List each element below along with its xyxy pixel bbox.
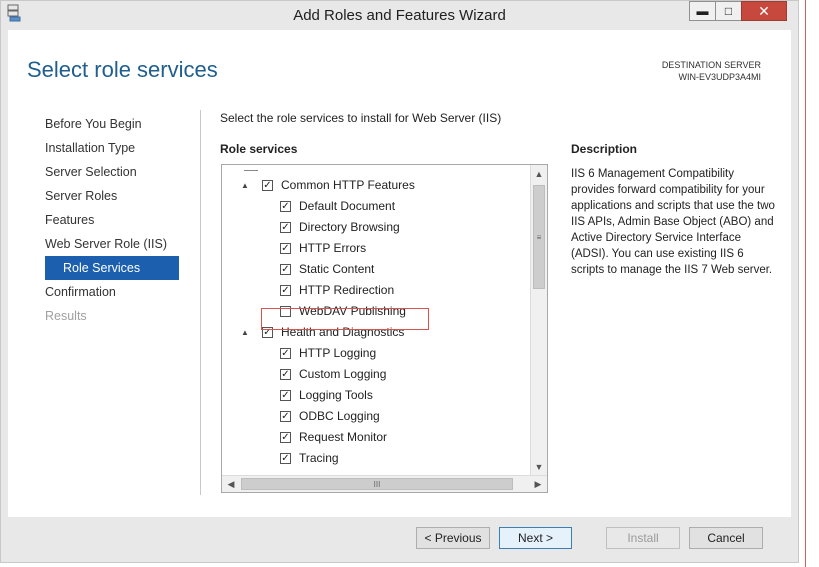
check-icon: ✓ <box>281 200 290 212</box>
scroll-left-icon[interactable]: ◀ <box>223 476 239 492</box>
previous-button[interactable]: < Previous <box>416 527 490 549</box>
background-strip <box>799 0 819 567</box>
checkbox[interactable]: ✓ <box>262 180 273 191</box>
check-icon: ✓ <box>281 347 290 359</box>
checkbox[interactable]: ✓ <box>280 432 291 443</box>
collapse-arrow-icon[interactable]: ▲ <box>240 175 250 196</box>
check-icon: ✓ <box>281 221 290 233</box>
install-button: Install <box>606 527 680 549</box>
check-icon: ✓ <box>281 431 290 443</box>
tree-item-custom-logging[interactable]: ✓ Custom Logging <box>280 364 386 385</box>
check-icon: ✓ <box>281 452 290 464</box>
tree-item-label: Tracing <box>299 451 339 465</box>
minimize-button[interactable]: ▬ <box>689 1 716 21</box>
nav-item-role-services[interactable]: Role Services <box>45 256 179 280</box>
highlight-annotation <box>261 308 429 330</box>
nav-item-web-server-role[interactable]: Web Server Role (IIS) <box>8 232 198 256</box>
cancel-button[interactable]: Cancel <box>689 527 763 549</box>
close-icon: ✕ <box>758 2 770 19</box>
tree-item-label: Directory Browsing <box>299 220 400 234</box>
nav-item-before-you-begin[interactable]: Before You Begin <box>8 112 198 136</box>
background-edge-line <box>805 0 806 567</box>
scroll-right-icon[interactable]: ▶ <box>530 476 546 492</box>
description-text: IIS 6 Management Compatibility provides … <box>571 168 775 276</box>
check-icon: ✓ <box>281 410 290 422</box>
nav-item-server-roles[interactable]: Server Roles <box>8 184 198 208</box>
grip-icon: III <box>373 479 381 489</box>
close-button[interactable]: ✕ <box>741 1 787 21</box>
destination-server: DESTINATION SERVER WIN-EV3UDP3A4MI <box>662 59 761 83</box>
next-button[interactable]: Next > <box>499 527 572 549</box>
tree-item-label: HTTP Errors <box>299 241 367 255</box>
minimize-icon: ▬ <box>696 4 709 18</box>
destination-server-name: WIN-EV3UDP3A4MI <box>678 72 761 82</box>
tree-item-http-errors[interactable]: ✓ HTTP Errors <box>280 238 366 259</box>
instruction-text: Select the role services to install for … <box>220 111 502 125</box>
tree-item-common-http-features[interactable]: ▲ ✓ Common HTTP Features <box>240 175 415 196</box>
window-title: Add Roles and Features Wizard <box>293 7 506 24</box>
tree-item-request-monitor[interactable]: ✓ Request Monitor <box>280 427 387 448</box>
tree-item-label: Default Document <box>299 199 396 213</box>
tree-item-label: Common HTTP Features <box>281 178 415 192</box>
checkbox[interactable]: ✓ <box>280 369 291 380</box>
scroll-up-icon[interactable]: ▲ <box>531 166 547 182</box>
vertical-scrollbar[interactable]: ▲ ≡ ▼ <box>530 165 547 476</box>
tree-item-default-document[interactable]: ✓ Default Document <box>280 196 395 217</box>
tree-item-http-redirection[interactable]: ✓ HTTP Redirection <box>280 280 394 301</box>
checkbox[interactable]: ✓ <box>280 264 291 275</box>
grip-icon: ≡ <box>536 232 542 242</box>
wizard-client-area: Select role services DESTINATION SERVER … <box>8 30 791 517</box>
horizontal-scrollbar[interactable]: ◀ III ▶ <box>222 475 547 492</box>
check-icon: ✓ <box>281 368 290 380</box>
maximize-icon: □ <box>724 4 733 18</box>
tree-item-http-logging[interactable]: ✓ HTTP Logging <box>280 343 376 364</box>
checkbox[interactable]: ✓ <box>280 348 291 359</box>
check-icon: ✓ <box>281 242 290 254</box>
title-bar: Add Roles and Features Wizard ▬ □ ✕ <box>1 1 798 30</box>
tree-item-label: HTTP Redirection <box>299 283 395 297</box>
tree-item-logging-tools[interactable]: ✓ Logging Tools <box>280 385 373 406</box>
wizard-nav: Before You Begin Installation Type Serve… <box>8 112 198 328</box>
check-icon: ✓ <box>281 263 290 275</box>
nav-item-features[interactable]: Features <box>8 208 198 232</box>
tree-item-label: Logging Tools <box>299 388 373 402</box>
checkbox[interactable]: ✓ <box>280 411 291 422</box>
nav-divider <box>200 110 201 495</box>
nav-item-server-selection[interactable]: Server Selection <box>8 160 198 184</box>
role-services-tree[interactable]: ▲ ✓ Common HTTP Features ✓ Default Docum… <box>221 164 548 493</box>
nav-item-results: Results <box>45 309 87 323</box>
nav-item-confirmation[interactable]: Confirmation <box>8 280 198 304</box>
checkbox[interactable]: ✓ <box>280 201 291 212</box>
check-icon: ✓ <box>263 179 272 191</box>
checkbox[interactable]: ✓ <box>280 243 291 254</box>
wizard-window: Add Roles and Features Wizard ▬ □ ✕ Sele… <box>0 0 799 563</box>
destination-label: DESTINATION SERVER <box>661 60 761 70</box>
tree-item-label: Request Monitor <box>299 430 388 444</box>
collapse-arrow-icon[interactable]: ▲ <box>240 322 250 343</box>
tree-item-label: HTTP Logging <box>299 346 377 360</box>
tree-connector-line <box>244 170 258 171</box>
tree-item-label: ODBC Logging <box>299 409 380 423</box>
nav-item-installation-type[interactable]: Installation Type <box>8 136 198 160</box>
tree-item-odbc-logging[interactable]: ✓ ODBC Logging <box>280 406 380 427</box>
checkbox[interactable]: ✓ <box>280 222 291 233</box>
vertical-scroll-thumb[interactable]: ≡ <box>533 185 545 289</box>
tree-item-label: Custom Logging <box>299 367 387 381</box>
tree-item-directory-browsing[interactable]: ✓ Directory Browsing <box>280 217 400 238</box>
checkbox[interactable]: ✓ <box>280 390 291 401</box>
tree-item-label: Static Content <box>299 262 375 276</box>
check-icon: ✓ <box>281 284 290 296</box>
description-heading: Description <box>571 142 638 156</box>
role-services-heading: Role services <box>220 142 298 156</box>
page-title: Select role services <box>27 57 218 82</box>
tree-item-static-content[interactable]: ✓ Static Content <box>280 259 374 280</box>
horizontal-scroll-thumb[interactable]: III <box>241 478 513 490</box>
checkbox[interactable]: ✓ <box>280 285 291 296</box>
maximize-button[interactable]: □ <box>715 1 742 21</box>
check-icon: ✓ <box>281 389 290 401</box>
checkbox[interactable]: ✓ <box>280 453 291 464</box>
scroll-down-icon[interactable]: ▼ <box>531 459 547 475</box>
tree-item-tracing[interactable]: ✓ Tracing <box>280 448 339 469</box>
wizard-footer: < Previous Next > Install Cancel <box>1 517 798 561</box>
